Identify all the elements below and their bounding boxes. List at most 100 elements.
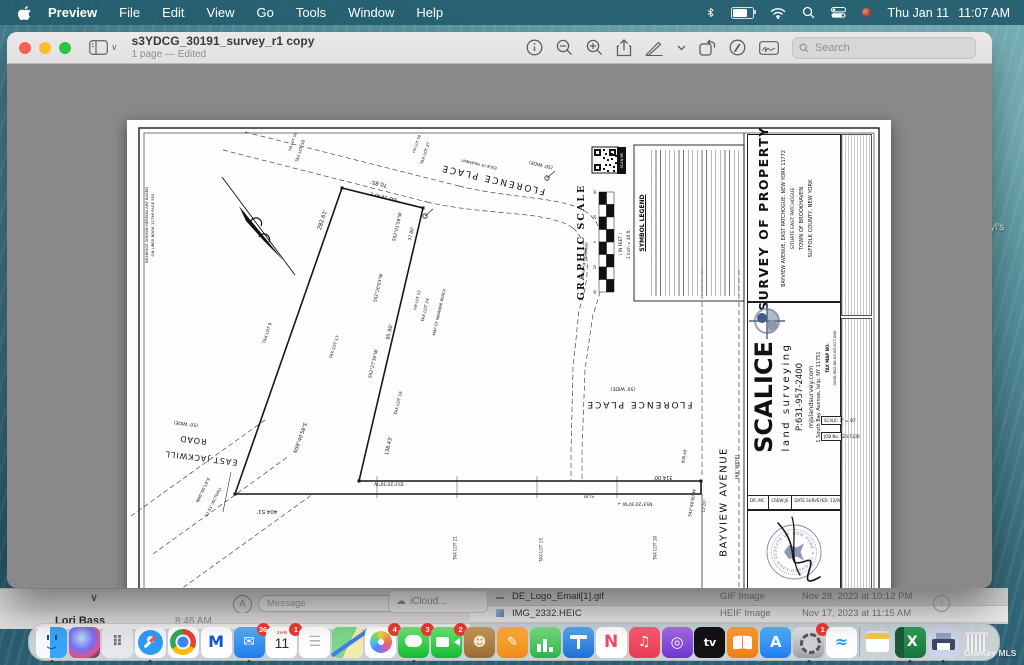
search-input[interactable]: [813, 41, 937, 55]
dock-icon-keynote[interactable]: [563, 627, 594, 658]
share-button[interactable]: [616, 39, 632, 57]
qr-caption: SCAN ME: [617, 147, 626, 174]
running-indicator: [412, 660, 415, 663]
desktop-icon-label: yl's: [990, 222, 1004, 233]
menu-item-edit[interactable]: Edit: [151, 0, 195, 25]
survey-situate: SITUATE EAST PATCHOGUE: [789, 137, 797, 300]
zoom-out-button[interactable]: [556, 39, 573, 56]
dock-icon-contacts[interactable]: ☻: [464, 627, 495, 658]
survey-town: TOWN OF BROOKHAVEN: [798, 137, 806, 300]
seal-box: STATE OF NEW YORK ✶ LICENSED LAND SURVEY…: [747, 510, 841, 588]
message-input[interactable]: Message: [258, 595, 406, 612]
menu-item-file[interactable]: File: [108, 0, 151, 25]
symbol-legend-column: [697, 150, 739, 296]
annotate-button[interactable]: [729, 39, 746, 56]
rotate-left-button[interactable]: [699, 39, 716, 56]
apple-menu[interactable]: [0, 5, 37, 20]
battery-icon[interactable]: [731, 7, 754, 19]
scale-tick: 40: [593, 290, 597, 295]
tax-map-number: 0200-982.80-03.00-017.000: [831, 304, 838, 412]
plot-label: (50' WIDE): [611, 386, 636, 391]
running-indicator: [50, 660, 53, 663]
dock-icon-photos[interactable]: 4: [365, 627, 396, 658]
plot-label: 314.00': [654, 474, 673, 480]
scale-tick: 40: [593, 190, 597, 195]
zoom-in-button[interactable]: [586, 39, 603, 56]
signature-button[interactable]: [759, 41, 779, 55]
file-row[interactable]: IMG_2332.HEICHEIF ImageNov 17, 2023 at 1…: [470, 606, 1008, 622]
dock-icon-safari[interactable]: [135, 627, 166, 658]
north-arrow-icon: [222, 177, 295, 275]
search-icon[interactable]: [802, 6, 815, 19]
dock-icon-stack[interactable]: [862, 627, 893, 658]
dock-icon-tv[interactable]: tv: [694, 627, 725, 658]
menubar-clock[interactable]: Thu Jan 11 11:07 AM: [887, 6, 1010, 20]
dock-icon-siri[interactable]: [69, 627, 100, 658]
dock-icon-launchpad[interactable]: ⠿: [102, 627, 133, 658]
plot-label: TAX LOT 10: [653, 536, 658, 560]
markup-menu-chevron[interactable]: [677, 45, 686, 51]
dock-icon-facetime[interactable]: 2: [431, 627, 462, 658]
minimize-button[interactable]: [39, 42, 51, 54]
scale-tick: 0: [593, 241, 597, 243]
dock-icon-printer[interactable]: [928, 627, 959, 658]
survey-title: SURVEY OF PROPERTY: [750, 137, 777, 300]
dock-icon-settings[interactable]: 1: [793, 627, 824, 658]
bluetooth-icon[interactable]: [706, 6, 715, 19]
survey-county: SUFFOLK COUNTY, NEW YORK: [807, 137, 815, 300]
close-button[interactable]: [19, 42, 31, 54]
wifi-icon[interactable]: [770, 7, 786, 19]
menu-item-preview[interactable]: Preview: [37, 0, 108, 25]
firm-block: SCALICE land surveying P:631-957-2400 mj…: [747, 301, 841, 510]
file-row[interactable]: DE_Logo_Email[1].gifGIF ImageNov 28, 202…: [470, 588, 1008, 606]
plot-label: FLORENCE PLACE: [585, 399, 692, 409]
dock-icon-books[interactable]: [727, 627, 758, 658]
chevron-down-icon[interactable]: ∨: [90, 591, 98, 604]
dock-icon-appstore[interactable]: A: [760, 627, 791, 658]
dock-icon-numbers[interactable]: [530, 627, 561, 658]
cloud-icon: ☁: [396, 596, 406, 607]
menu-item-go[interactable]: Go: [245, 0, 284, 25]
menu-item-view[interactable]: View: [196, 0, 246, 25]
dock-icon-music[interactable]: ♫: [629, 627, 660, 658]
scale-tick: 20: [593, 215, 597, 220]
sidebar-toggle-button[interactable]: ∨: [89, 40, 118, 55]
search-field[interactable]: [792, 37, 976, 59]
zoom-window-button[interactable]: [59, 42, 71, 54]
file-date: Nov 17, 2023 at 11:15 AM: [802, 608, 911, 619]
apple-icon: [18, 5, 31, 20]
menu-item-help[interactable]: Help: [405, 0, 454, 25]
menu-item-window[interactable]: Window: [337, 0, 405, 25]
tax-map-label: TAX MAP NO.: [824, 304, 831, 412]
graphic-scale-bar: [599, 192, 614, 292]
menu-item-tools[interactable]: Tools: [285, 0, 337, 25]
title-bar[interactable]: ∨ s3YDCG_30191_survey_r1 copy 1 page — E…: [7, 32, 992, 64]
dock-icon-freeform[interactable]: ≈: [826, 627, 857, 658]
dock-icon-messages[interactable]: 3: [398, 627, 429, 658]
chevron-down-icon: ∨: [111, 42, 118, 53]
menubar-time: 11:07 AM: [958, 6, 1010, 20]
control-center-icon[interactable]: [831, 7, 846, 18]
app-store-messages-icon[interactable]: A: [233, 595, 252, 614]
info-button[interactable]: [526, 39, 543, 56]
dock-icon-trash[interactable]: [961, 627, 992, 658]
file-name: DE_Logo_Email[1].gif: [512, 591, 604, 602]
dock-icon-calendar[interactable]: JAN111: [266, 627, 297, 658]
dock-icon-excel[interactable]: X: [895, 627, 926, 658]
dock-icon-maps[interactable]: [332, 627, 363, 658]
dock-icon-malwarebytes[interactable]: M: [201, 627, 232, 658]
gif-file-icon: [496, 595, 504, 599]
icloud-button[interactable]: ☁ iCloud...: [388, 590, 488, 613]
recording-indicator-icon[interactable]: [862, 8, 871, 17]
dock-icon-reminders[interactable]: ☰: [299, 627, 330, 658]
dock-icon-mail[interactable]: ✉36: [234, 627, 265, 658]
window-title: s3YDCG_30191_survey_r1 copy: [132, 35, 315, 48]
dock-icon-pages[interactable]: ✎: [497, 627, 528, 658]
dock-icon-chrome[interactable]: [168, 627, 199, 658]
upload-icon[interactable]: ↑: [933, 595, 950, 612]
markup-pen-button[interactable]: [645, 39, 664, 56]
dock-icon-podcasts[interactable]: ◎: [662, 627, 693, 658]
dock-icon-news[interactable]: N: [596, 627, 627, 658]
plot-label: TAX LOT 21: [453, 536, 458, 560]
dock-icon-finder[interactable]: [36, 627, 67, 658]
